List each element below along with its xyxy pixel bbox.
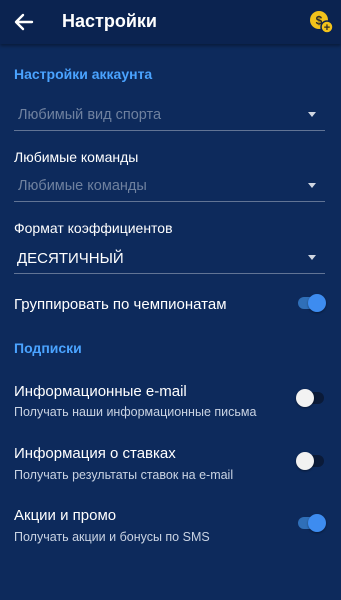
coin-button[interactable]: $ +	[307, 7, 335, 35]
favorite-sport-value: Любимый вид спорта	[18, 107, 162, 123]
favorite-teams-label: Любимые команды	[14, 149, 139, 165]
coin-add-icon: $ +	[310, 11, 334, 34]
promo-title: Акции и промо	[14, 507, 117, 524]
back-button[interactable]	[8, 6, 40, 38]
chevron-down-icon	[308, 183, 316, 188]
bet-info-subtitle: Получать результаты ставок на e-mail	[14, 468, 234, 482]
odds-format-label: Формат коэффициентов	[14, 220, 173, 236]
promo-toggle[interactable]	[296, 512, 326, 534]
odds-format-select[interactable]: ДЕСЯТИЧНЫЙ	[14, 243, 325, 274]
favorite-sport-select[interactable]: Любимый вид спорта	[14, 100, 325, 131]
newsletter-toggle[interactable]	[296, 387, 326, 409]
newsletter-subtitle: Получать наши информационные письма	[14, 405, 257, 419]
page-title: Настройки	[62, 11, 157, 31]
bet-info-toggle[interactable]	[296, 450, 326, 472]
svg-text:+: +	[324, 22, 330, 34]
chevron-down-icon	[308, 112, 316, 117]
subscriptions-section-title: Подписки	[14, 340, 82, 356]
group-by-championship-label: Группировать по чемпионатам	[14, 296, 227, 313]
favorite-teams-select[interactable]: Любимые команды	[14, 171, 325, 202]
account-section-title: Настройки аккаунта	[14, 66, 153, 82]
newsletter-title: Информационные e-mail	[14, 383, 187, 400]
chevron-down-icon	[308, 255, 316, 260]
group-by-championship-toggle[interactable]	[296, 292, 326, 314]
odds-format-value: ДЕСЯТИЧНЫЙ	[17, 250, 124, 267]
arrow-left-icon	[14, 13, 34, 31]
promo-subtitle: Получать акции и бонусы по SMS	[14, 530, 210, 544]
app-bar: Настройки $ +	[0, 0, 341, 44]
bet-info-title: Информация о ставках	[14, 445, 176, 462]
favorite-teams-value: Любимые команды	[18, 178, 147, 194]
